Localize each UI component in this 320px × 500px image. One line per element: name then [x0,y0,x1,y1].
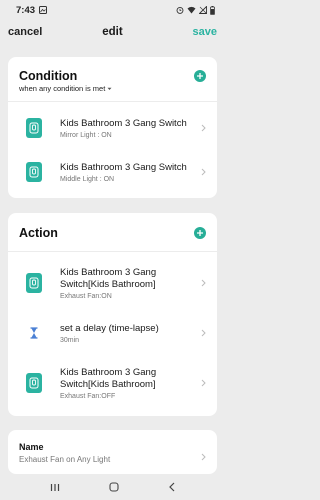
action-item[interactable]: Kids Bathroom 3 Gang Switch[Kids Bathroo… [8,259,217,307]
wifi-icon [187,6,196,14]
back-icon[interactable] [168,479,176,497]
name-row[interactable]: Name Exhaust Fan on Any Light [8,430,217,474]
switch-icon [26,373,42,393]
top-bar: cancel edit save [0,20,225,44]
action-item-title: Kids Bathroom 3 Gang Switch[Kids Bathroo… [60,266,157,290]
action-item-title: Kids Bathroom 3 Gang Switch[Kids Bathroo… [60,366,157,390]
action-item-detail: Exhaust Fan:ON [60,292,112,300]
condition-item-title: Kids Bathroom 3 Gang Switch [60,161,187,173]
condition-item-detail: Mirror Light : ON [60,131,112,139]
battery-icon [210,5,215,15]
condition-item[interactable]: Kids Bathroom 3 Gang Switch Middle Light… [8,153,217,191]
chevron-right-icon [196,124,206,132]
action-header: Action [19,226,206,240]
condition-match-label: when any condition is met [19,84,106,93]
condition-item-detail: Middle Light : ON [60,175,115,183]
condition-card: Condition when any condition is met Kids… [8,57,217,198]
condition-header: Condition [19,69,206,83]
divider [8,251,217,252]
name-value: Exhaust Fan on Any Light [19,455,111,464]
condition-match-dropdown[interactable]: when any condition is met [19,84,112,93]
name-label: Name [19,442,44,452]
action-card: Action Kids Bathroom 3 Gang Switch[Kids … [8,213,217,416]
save-button[interactable]: save [193,26,217,38]
chevron-right-icon [201,448,206,466]
action-item[interactable]: set a delay (time-lapse) 30min [8,315,217,351]
recent-apps-icon[interactable] [50,479,60,497]
action-item[interactable]: Kids Bathroom 3 Gang Switch[Kids Bathroo… [8,359,217,407]
action-item-title: set a delay (time-lapse) [60,322,159,334]
condition-item[interactable]: Kids Bathroom 3 Gang Switch Mirror Light… [8,109,217,147]
home-icon[interactable] [108,479,119,497]
chevron-right-icon [196,279,206,287]
chevron-right-icon [196,168,206,176]
add-action-button[interactable] [194,227,206,239]
status-bar: 7:43 [0,0,225,20]
action-item-detail: Exhaust Fan:OFF [60,392,116,400]
cancel-button[interactable]: cancel [8,26,42,38]
status-time: 7:43 [16,4,36,16]
add-condition-button[interactable] [194,70,206,82]
condition-title: Condition [19,69,78,83]
signal-icon [199,6,207,14]
hourglass-icon [26,323,42,343]
switch-icon [26,273,42,293]
action-item-detail: 30min [60,336,80,344]
switch-icon [26,162,42,182]
action-title: Action [19,226,58,240]
caret-down-icon [107,87,112,90]
plus-icon [197,230,203,236]
system-nav-bar [0,476,225,500]
divider [8,101,217,102]
chevron-right-icon [196,329,206,337]
chevron-right-icon [196,379,206,387]
switch-icon [26,118,42,138]
gallery-notification-icon [39,6,48,14]
condition-item-title: Kids Bathroom 3 Gang Switch [60,117,187,129]
plus-icon [197,73,203,79]
alarm-icon [176,6,184,14]
